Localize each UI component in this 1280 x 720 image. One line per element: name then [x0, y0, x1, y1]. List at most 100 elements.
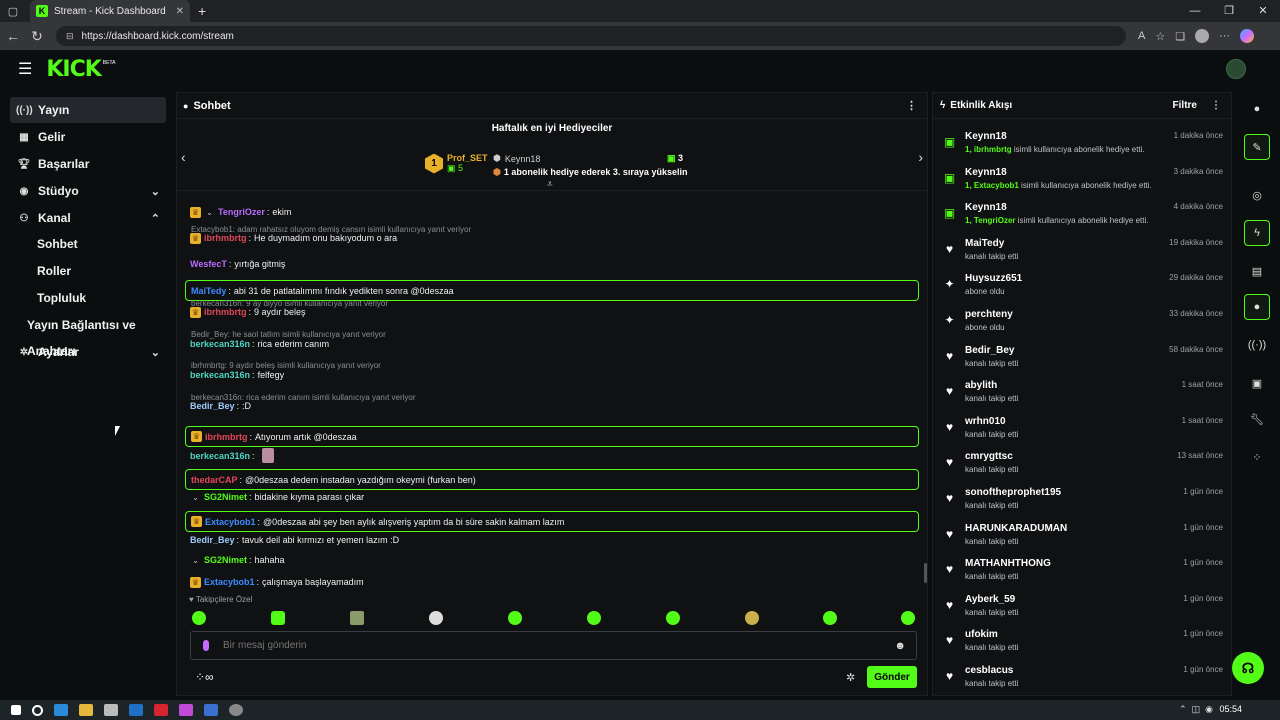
feed-item-username[interactable]: wrhn010	[965, 416, 1006, 427]
feed-item[interactable]: ♥ Ayberk_59 1 gün önce kanalı takip etti	[939, 590, 1227, 624]
store-icon[interactable]	[104, 704, 118, 716]
search-icon[interactable]	[32, 704, 43, 716]
emote[interactable]	[429, 611, 443, 625]
profile-avatar-icon[interactable]	[1195, 29, 1210, 43]
feed-item[interactable]: ♥ wrhn010 1 saat önce kanalı takip etti	[939, 412, 1227, 446]
info-icon[interactable]: ●	[1244, 96, 1270, 122]
collections-icon[interactable]: ❏	[1175, 30, 1185, 43]
chat-message[interactable]: ♛ ⌄ TengriOzer: ekim	[185, 206, 919, 218]
feed-item[interactable]: ♥ abylith 1 saat önce kanalı takip etti	[939, 376, 1227, 410]
feed-item-username[interactable]: HARUNKARADUMAN	[965, 523, 1067, 534]
chat-message[interactable]: ♛ ibrhmbrtg: He duymadım onu bakıyodum o a…	[185, 232, 919, 244]
feed-item-username[interactable]: ufokim	[965, 629, 998, 640]
chat-message[interactable]: berkecan316n: felfegy	[185, 369, 919, 381]
edge-browser-icon[interactable]	[54, 704, 68, 716]
feed-item-username[interactable]: Keynn18	[965, 167, 1007, 178]
sidebar-subitem-stream-key[interactable]: Yayın Bağlantısı ve Anahtarı	[0, 312, 172, 358]
chat-username[interactable]: Extacybob1	[204, 576, 255, 588]
kick-logo[interactable]: KICK	[46, 57, 101, 82]
outlook-icon[interactable]	[129, 704, 143, 716]
emote[interactable]	[666, 611, 680, 625]
emote[interactable]	[587, 611, 601, 625]
feed-item-username[interactable]: perchteny	[965, 309, 1013, 320]
feed-item-username[interactable]: Bedir_Bey	[965, 345, 1014, 356]
feed-item-username[interactable]: Ayberk_59	[965, 594, 1015, 605]
chat-message[interactable]: MaiTedy: abi 31 de patlatalımmı fındık ye…	[185, 280, 919, 301]
lightning-icon[interactable]: ϟ	[1244, 220, 1270, 246]
top-gifter-name[interactable]: Prof_SET	[447, 153, 488, 163]
sidebar-item-gelir[interactable]: ▦ Gelir	[10, 124, 166, 150]
chat-message[interactable]: ♛ ibrhmbrtg: Atıyorum artık @0deszaa	[185, 426, 919, 447]
sidebar-subitem-topluluk[interactable]: Topluluk	[0, 285, 172, 311]
pencil-icon[interactable]: ✎	[1244, 134, 1270, 160]
sidebar-subitem-sohbet[interactable]: Sohbet	[0, 231, 172, 257]
emote[interactable]	[271, 611, 285, 625]
feed-item-username[interactable]: cmrygttsc	[965, 451, 1013, 462]
users-icon[interactable]: ⁘	[1244, 444, 1270, 470]
next-gifter-name[interactable]: Keynn18	[505, 154, 541, 164]
tab-actions-icon[interactable]: ▢	[4, 2, 22, 20]
wrench-icon[interactable]: 🔧︎	[1244, 406, 1270, 432]
more-options-icon[interactable]: ⋮	[906, 99, 917, 112]
emote[interactable]	[823, 611, 837, 625]
chat-username[interactable]: ibrhmbrtg	[204, 306, 247, 318]
feed-item[interactable]: ♥ ufokim 1 gün önce kanalı takip etti	[939, 625, 1227, 659]
emote[interactable]	[350, 611, 364, 625]
app-icon[interactable]	[229, 704, 243, 716]
chat-message-input[interactable]	[223, 640, 863, 651]
feed-item-username[interactable]: MATHANHTHONG	[965, 558, 1051, 569]
opera-icon[interactable]	[154, 704, 168, 716]
reload-icon[interactable]: ↻	[26, 28, 48, 45]
browser-menu-icon[interactable]: ···	[1219, 30, 1230, 42]
document-icon[interactable]: ▤	[1244, 258, 1270, 284]
chat-username[interactable]: Bedir_Bey	[190, 534, 235, 546]
feed-item-username[interactable]: MaiTedy	[965, 238, 1004, 249]
feed-item[interactable]: ♥ MATHANHTHONG 1 gün önce kanalı takip etti	[939, 554, 1227, 588]
sidebar-subitem-roller[interactable]: Roller	[0, 258, 172, 284]
chat-username[interactable]: TengriOzer	[218, 206, 265, 218]
chat-username[interactable]: berkecan316n	[190, 338, 250, 350]
chat-username[interactable]: berkecan316n	[190, 369, 250, 381]
favorite-star-icon[interactable]: ☆	[1155, 30, 1165, 43]
feed-item[interactable]: ✦ perchteny 33 dakika önce abone oldu	[939, 305, 1227, 339]
chat-username[interactable]: ibrhmbrtg	[204, 232, 247, 244]
chat-username[interactable]: Extacybob1	[205, 516, 256, 528]
chat-username[interactable]: MaiTedy	[191, 285, 226, 297]
site-info-icon[interactable]: ⊟	[66, 31, 74, 42]
chat-username[interactable]: SG2Nimet	[204, 554, 247, 566]
sidebar-item-studyo[interactable]: ◉ Stüdyo ⌄	[10, 178, 166, 204]
chat-message[interactable]: ⌄ SG2Nimet: bidakine kıyma parası çıkar	[185, 491, 919, 503]
chat-username[interactable]: ibrhmbrtg	[205, 431, 248, 443]
close-tab-icon[interactable]: ✕	[176, 6, 184, 17]
filter-button[interactable]: Filtre	[1173, 100, 1197, 111]
emote[interactable]	[745, 611, 759, 625]
feed-item-username[interactable]: Keynn18	[965, 131, 1007, 142]
chat-message[interactable]: berkecan316n: rica ederim canım	[185, 338, 919, 350]
feed-item[interactable]: ▣ Keynn18 4 dakika önce 1, TengriOzer isiml…	[939, 198, 1227, 232]
url-field[interactable]: ⊟ https://dashboard.kick.com/stream	[56, 26, 1126, 46]
feed-item-username[interactable]: Huysuzz651	[965, 273, 1022, 284]
emote[interactable]	[192, 611, 206, 625]
chat-username[interactable]: WesfecT	[190, 258, 227, 270]
user-avatar[interactable]	[1226, 59, 1246, 79]
microphone-icon[interactable]	[203, 640, 209, 651]
chat-message[interactable]: berkecan316n:	[185, 448, 919, 463]
feed-item[interactable]: ♥ sonoftheprophet195 1 gün önce kanalı taki…	[939, 483, 1227, 517]
feed-item[interactable]: ♥ MaiTedy 19 dakika önce kanalı takip etti	[939, 234, 1227, 268]
feed-item[interactable]: ♥ HARUNKARADUMAN 1 gün önce kanalı takip et…	[939, 519, 1227, 553]
emote[interactable]	[508, 611, 522, 625]
send-button[interactable]: Gönder	[867, 666, 917, 688]
sidebar-item-basarilar[interactable]: 🏆︎ Başarılar	[10, 151, 166, 177]
chat-message[interactable]: Bedir_Bey: tavuk deil abi kırmızı et yeme…	[185, 534, 919, 546]
sidebar-item-kanal[interactable]: ⚇ Kanal ⌃	[10, 205, 166, 231]
printer-icon[interactable]: ▣	[1244, 370, 1270, 396]
chevron-right-icon[interactable]: ›	[918, 149, 923, 165]
support-chat-icon[interactable]: ☊	[1232, 652, 1264, 684]
chat-message[interactable]: ♛ ibrhmbrtg:9 aydır beleş	[185, 306, 919, 318]
new-tab-icon[interactable]: +	[198, 3, 206, 19]
back-icon[interactable]: ←	[2, 28, 24, 44]
feed-item[interactable]: ♥ cesblacus 1 gün önce kanalı takip etti	[939, 661, 1227, 695]
chat-message[interactable]: ♛ Extacybob1: @0deszaa abi şey ben aylık a…	[185, 511, 919, 532]
minimize-icon[interactable]: —	[1178, 0, 1212, 22]
copilot-icon[interactable]	[1240, 29, 1255, 43]
